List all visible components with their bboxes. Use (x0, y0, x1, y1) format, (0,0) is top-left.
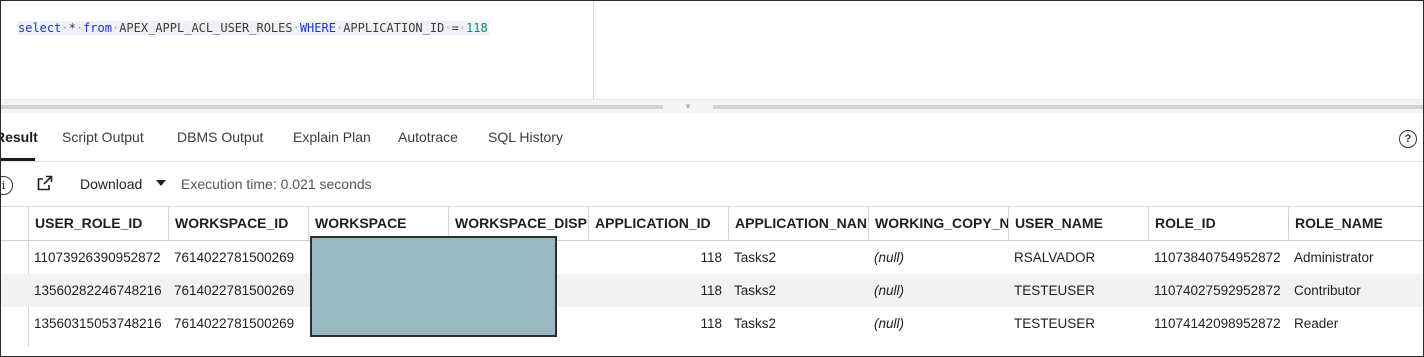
sql-star: * (68, 21, 76, 35)
pane-splitter[interactable]: ▼ (1, 99, 1423, 114)
info-icon[interactable]: i (1, 176, 13, 195)
cell-application-name[interactable]: Tasks2 (728, 307, 868, 340)
cell-workspace-id[interactable]: 7614022781500269 (168, 241, 308, 274)
column-header-application-id[interactable]: APPLICATION_ID (588, 207, 728, 240)
cell-user-name[interactable]: TESTEUSER (1008, 274, 1148, 307)
table-row[interactable]: 13560282246748216 7614022781500269 118 T… (1, 274, 1423, 307)
cell-role-name[interactable]: Administrator (1288, 241, 1423, 274)
sql-column-name: APPLICATION_ID (343, 21, 445, 35)
sql-value: 118 (466, 21, 488, 35)
cell-role-name[interactable]: Reader (1288, 307, 1423, 340)
sql-keyword-from: from (83, 21, 112, 35)
tab-query-result[interactable]: Result (1, 129, 38, 145)
cell-working-copy-name[interactable]: (null) (868, 241, 1008, 274)
cell-application-id[interactable]: 118 (588, 307, 728, 340)
open-external-icon[interactable] (37, 175, 53, 191)
grid-header: USER_ROLE_ID WORKSPACE_ID WORKSPACE WORK… (1, 207, 1423, 241)
sql-keyword-where: WHERE (299, 21, 336, 35)
cell-user-role-id[interactable]: 11073926390952872 (28, 241, 168, 274)
tab-explain-plan[interactable]: Explain Plan (293, 129, 371, 145)
cell-application-name[interactable]: Tasks2 (728, 274, 868, 307)
column-header-role-name[interactable]: ROLE_NAME (1288, 207, 1423, 240)
column-header-workspace-id[interactable]: WORKSPACE_ID (168, 207, 308, 240)
cell-user-role-id[interactable]: 13560282246748216 (28, 274, 168, 307)
execution-time: Execution time: 0.021 seconds (181, 176, 372, 192)
cell-role-name[interactable]: Contributor (1288, 274, 1423, 307)
cell-user-name[interactable]: TESTEUSER (1008, 307, 1148, 340)
chevron-down-icon[interactable] (156, 180, 166, 186)
sql-operator: = (451, 21, 459, 35)
tab-autotrace[interactable]: Autotrace (398, 129, 458, 145)
tab-script-output[interactable]: Script Output (62, 129, 144, 145)
cell-role-id[interactable]: 11074142098952872 (1148, 307, 1288, 340)
cell-application-name[interactable]: Tasks2 (728, 241, 868, 274)
sql-keyword-select: select (18, 21, 62, 35)
splitter-bar-right (713, 105, 1423, 109)
column-header-user-name[interactable]: USER_NAME (1008, 207, 1148, 240)
sql-statement[interactable]: select·*·from·APEX_APPL_ACL_USER_ROLES·W… (17, 21, 489, 35)
editor-pane[interactable]: select·*·from·APEX_APPL_ACL_USER_ROLES·W… (1, 1, 594, 99)
sql-editor[interactable]: select·*·from·APEX_APPL_ACL_USER_ROLES·W… (1, 1, 1423, 99)
output-tabs: Result Script Output DBMS Output Explain… (1, 113, 1423, 162)
redaction-box (310, 236, 557, 337)
tab-dbms-output[interactable]: DBMS Output (177, 129, 263, 145)
cell-application-id[interactable]: 118 (588, 241, 728, 274)
splitter-handle-icon[interactable]: ▼ (677, 102, 699, 111)
column-header-user-role-id[interactable]: USER_ROLE_ID (28, 207, 168, 240)
cell-working-copy-name[interactable]: (null) (868, 307, 1008, 340)
active-tab-indicator (1, 158, 35, 161)
splitter-bar-left (1, 105, 663, 109)
cell-working-copy-name[interactable]: (null) (868, 274, 1008, 307)
tab-sql-history[interactable]: SQL History (488, 129, 563, 145)
cell-workspace-id[interactable]: 7614022781500269 (168, 307, 308, 340)
download-button[interactable]: Download (80, 176, 142, 192)
column-header-working-copy-name[interactable]: WORKING_COPY_N (868, 207, 1008, 240)
cell-role-id[interactable]: 11074027592952872 (1148, 274, 1288, 307)
table-row[interactable]: 11073926390952872 7614022781500269 118 T… (1, 241, 1423, 274)
sql-table-name: APEX_APPL_ACL_USER_ROLES (119, 21, 293, 35)
help-icon[interactable]: ? (1399, 130, 1417, 148)
column-header-application-name[interactable]: APPLICATION_NAN (728, 207, 868, 240)
cell-application-id[interactable]: 118 (588, 274, 728, 307)
result-toolbar: i Download Execution time: 0.021 seconds (1, 162, 1423, 207)
table-row[interactable]: 13560315053748216 7614022781500269 118 T… (1, 307, 1423, 340)
cell-user-role-id[interactable]: 13560315053748216 (28, 307, 168, 340)
sql-worksheet: select·*·from·APEX_APPL_ACL_USER_ROLES·W… (0, 0, 1424, 357)
cell-workspace-id[interactable]: 7614022781500269 (168, 274, 308, 307)
column-header-role-id[interactable]: ROLE_ID (1148, 207, 1288, 240)
cell-role-id[interactable]: 11073840754952872 (1148, 241, 1288, 274)
cell-user-name[interactable]: RSALVADOR (1008, 241, 1148, 274)
